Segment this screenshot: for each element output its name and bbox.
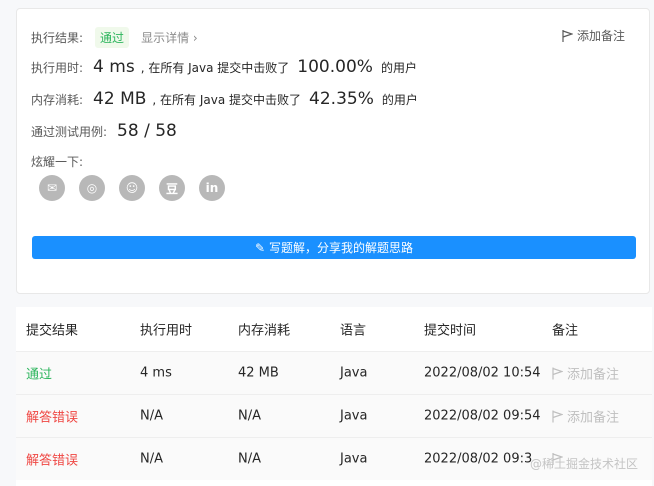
row-result[interactable]: 通过 bbox=[26, 364, 52, 383]
add-note-button[interactable]: 添加备注 bbox=[562, 27, 625, 44]
qq-icon[interactable]: ☺ bbox=[119, 175, 145, 201]
testcases-label: 通过测试用例: bbox=[31, 125, 108, 139]
linkedin-icon[interactable]: in bbox=[199, 175, 225, 201]
share-label: 炫耀一下: bbox=[31, 155, 84, 169]
watermark: @稀土掘金技术社区 bbox=[529, 457, 638, 471]
row-note-label: 添加备注 bbox=[567, 410, 620, 426]
testcases-value: 58 / 58 bbox=[117, 121, 177, 141]
flag-icon bbox=[562, 29, 573, 42]
row-runtime: 4 ms bbox=[140, 365, 172, 381]
result-card: 执行结果: 通过 显示详情 › 添加备注 执行用时: 4 ms , 在所有 Ja… bbox=[16, 8, 650, 294]
add-note-label: 添加备注 bbox=[576, 29, 625, 43]
write-solution-label: 写题解，分享我的解题思路 bbox=[269, 241, 414, 255]
submissions-table: 提交结果 执行用时 内存消耗 语言 提交时间 备注 通过 4 ms 42 MB … bbox=[16, 307, 652, 486]
row-submitted: 2022/08/02 10:54 bbox=[424, 365, 541, 381]
header-memory: 内存消耗 bbox=[238, 323, 291, 339]
header-runtime: 执行用时 bbox=[140, 323, 193, 339]
runtime-value: 4 ms bbox=[93, 57, 135, 77]
memory-percent: 42.35% bbox=[309, 89, 374, 109]
table-row[interactable]: 通过 4 ms 42 MB Java 2022/08/02 10:54 添加备注 bbox=[16, 351, 652, 394]
share-row: 炫耀一下: bbox=[31, 153, 83, 170]
weibo-icon[interactable]: ◎ bbox=[79, 175, 105, 201]
pencil-icon: ✎ bbox=[254, 240, 266, 255]
row-result[interactable]: 解答错误 bbox=[26, 450, 78, 469]
wechat-icon[interactable]: ✉ bbox=[39, 175, 65, 201]
row-memory: N/A bbox=[238, 451, 261, 467]
douban-icon[interactable]: 豆 bbox=[159, 175, 185, 201]
header-note: 备注 bbox=[552, 323, 579, 339]
row-memory: N/A bbox=[238, 408, 261, 424]
memory-value: 42 MB bbox=[93, 89, 147, 109]
status-badge: 通过 bbox=[95, 27, 130, 48]
memory-row: 内存消耗: 42 MB , 在所有 Java 提交中击败了 42.35% 的用户 bbox=[31, 89, 418, 109]
runtime-row: 执行用时: 4 ms , 在所有 Java 提交中击败了 100.00% 的用户 bbox=[31, 57, 417, 77]
row-memory: 42 MB bbox=[238, 365, 279, 381]
header-result: 提交结果 bbox=[26, 323, 79, 339]
result-label: 执行结果: bbox=[31, 31, 84, 45]
table-row[interactable]: 解答错误 N/A N/A Java 2022/08/02 09:54 添加备注 bbox=[16, 394, 652, 437]
testcases-row: 通过测试用例: 58 / 58 bbox=[31, 121, 183, 141]
row-submitted: 2022/08/02 09:54 bbox=[424, 408, 541, 424]
row-add-note-button[interactable]: 添加备注 bbox=[552, 364, 619, 383]
memory-suffix: 的用户 bbox=[381, 93, 418, 107]
table-header: 提交结果 执行用时 内存消耗 语言 提交时间 备注 bbox=[16, 307, 652, 351]
write-solution-button[interactable]: ✎ 写题解，分享我的解题思路 bbox=[32, 236, 636, 259]
header-language: 语言 bbox=[340, 323, 367, 339]
header-submitted: 提交时间 bbox=[424, 323, 477, 339]
row-submitted: 2022/08/02 09:3 bbox=[424, 451, 533, 467]
flag-icon bbox=[552, 410, 563, 422]
runtime-middle: , 在所有 Java 提交中击败了 bbox=[140, 61, 290, 75]
runtime-suffix: 的用户 bbox=[380, 61, 417, 75]
row-result[interactable]: 解答错误 bbox=[26, 407, 78, 426]
result-row: 执行结果: 通过 显示详情 › bbox=[31, 27, 198, 48]
row-add-note-button[interactable]: 添加备注 bbox=[552, 407, 619, 426]
row-language: Java bbox=[340, 408, 368, 424]
row-runtime: N/A bbox=[140, 451, 163, 467]
row-runtime: N/A bbox=[140, 408, 163, 424]
runtime-label: 执行用时: bbox=[31, 61, 84, 75]
share-icons: ✉ ◎ ☺ 豆 in bbox=[39, 175, 225, 201]
row-note-label: 添加备注 bbox=[567, 367, 620, 383]
memory-label: 内存消耗: bbox=[31, 93, 84, 107]
show-details-link[interactable]: 显示详情 › bbox=[141, 29, 198, 46]
row-language: Java bbox=[340, 451, 368, 467]
row-language: Java bbox=[340, 365, 368, 381]
runtime-percent: 100.00% bbox=[297, 57, 373, 77]
flag-icon bbox=[552, 367, 563, 379]
memory-middle: , 在所有 Java 提交中击败了 bbox=[152, 93, 302, 107]
